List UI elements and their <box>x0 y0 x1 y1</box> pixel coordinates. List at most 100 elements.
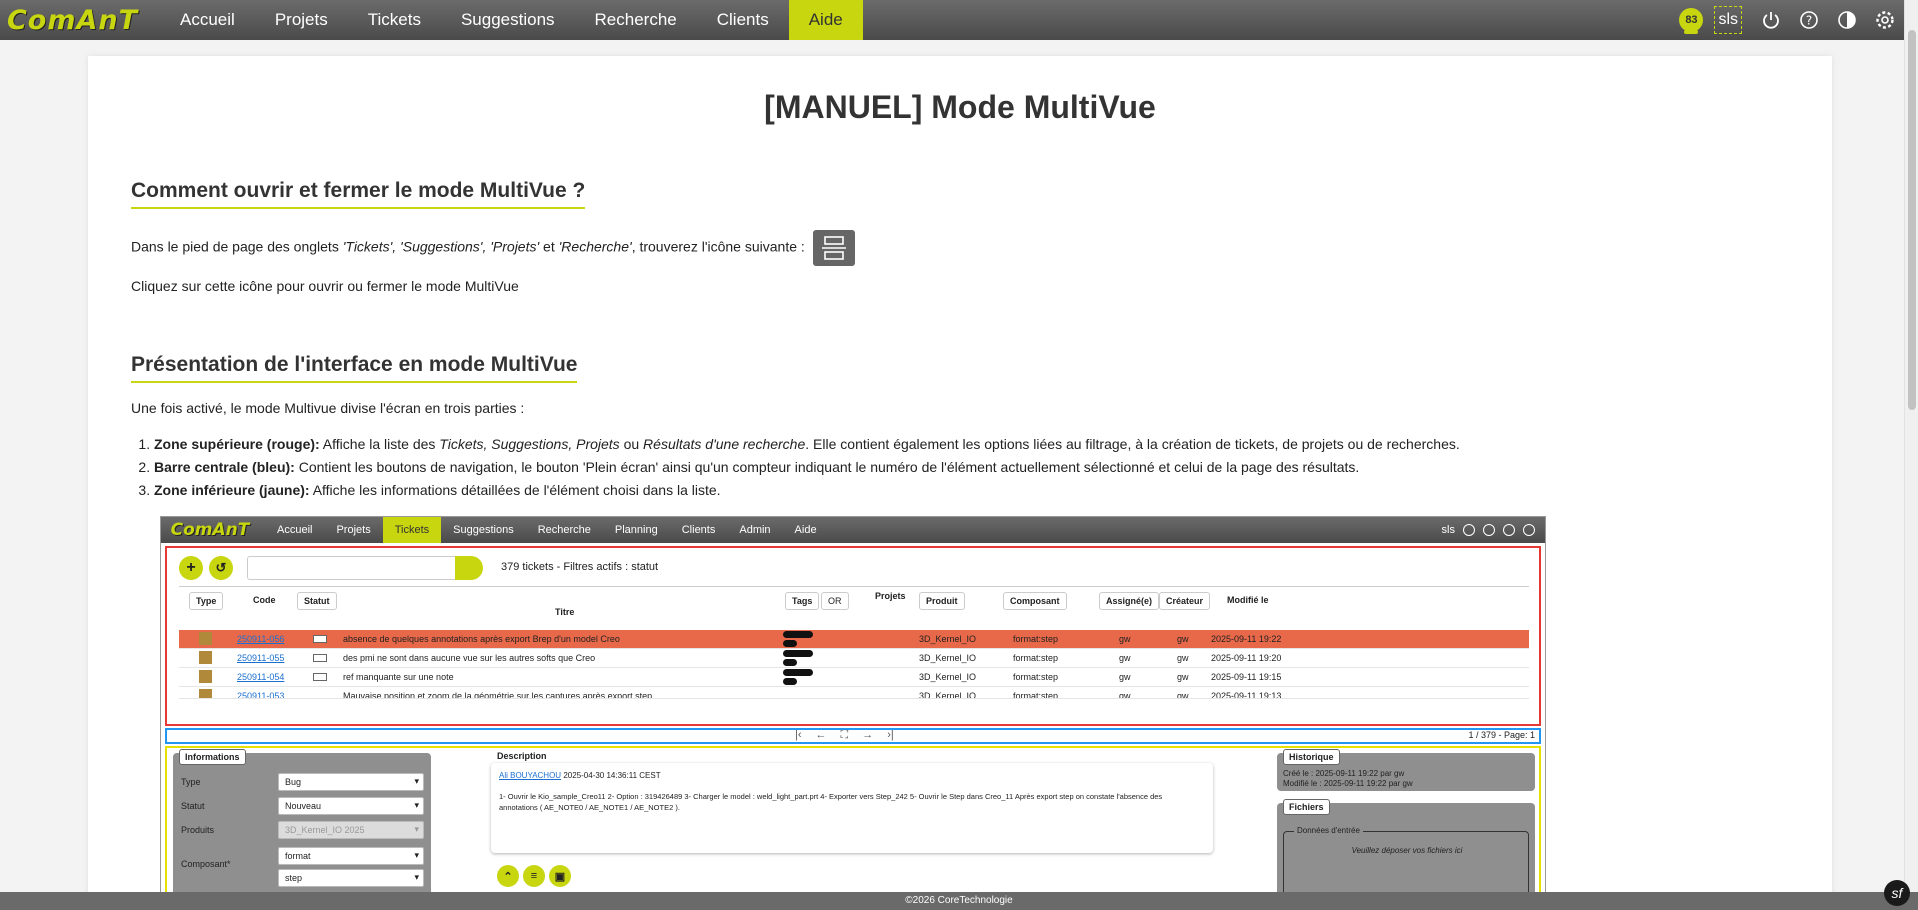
shot-cell-createur: gw <box>1177 691 1189 699</box>
multivue-toggle-icon <box>812 230 855 266</box>
shot-th-statut: Statut <box>297 592 337 610</box>
shot-type-thumb <box>199 632 212 645</box>
bell-base <box>1684 30 1699 34</box>
shot-cell-produit: 3D_Kernel_IO <box>919 691 977 699</box>
settings-gear-icon[interactable] <box>1870 5 1900 35</box>
shot-nav-accueil: Accueil <box>277 524 313 536</box>
list-item-strong: Zone inférieure (jaune): <box>154 482 310 498</box>
shot-nav-aide: Aide <box>794 524 817 536</box>
shot-user: sls <box>1441 524 1455 536</box>
symfony-toolbar-icon[interactable]: sf <box>1884 880 1910 906</box>
shot-nav-right: sls <box>1442 517 1535 543</box>
shot-type-label: Type <box>181 777 201 787</box>
s1-text-b: , trouverez l'icône suivante : <box>631 238 805 255</box>
shot-pager: |‹ ← ⛶ → ›| 1 / 379 - Page: 1 <box>165 728 1541 744</box>
nav-projets[interactable]: Projets <box>255 0 348 40</box>
shot-produits-select: 3D_Kernel_IO 2025 <box>278 821 424 839</box>
top-navbar: ComAnT Accueil Projets Tickets Suggestio… <box>0 0 1918 40</box>
nav-suggestions[interactable]: Suggestions <box>441 0 575 40</box>
list-item: Zone inférieure (jaune): Affiche les inf… <box>154 482 1460 498</box>
shot-desc-label: Description <box>497 751 547 761</box>
shot-pager-info: 1 / 379 - Page: 1 <box>1468 730 1535 740</box>
shot-cell-code: 250911-056 <box>237 634 285 644</box>
power-icon[interactable] <box>1756 5 1786 35</box>
nav-clients[interactable]: Clients <box>697 0 789 40</box>
shot-th-assigne: Assigné(e) <box>1099 592 1160 610</box>
shot-th-type: Type <box>189 592 224 610</box>
section-interface-title: Présentation de l'interface en mode Mult… <box>131 353 578 383</box>
app-logo[interactable]: ComAnT <box>0 0 145 40</box>
shot-th-modifie: Modifié le <box>1227 595 1269 605</box>
nav-accueil[interactable]: Accueil <box>160 0 255 40</box>
contrast-icon[interactable] <box>1832 5 1862 35</box>
shot-nav-planning: Planning <box>614 524 658 536</box>
shot-cell-titre: absence de quelques annotations après ex… <box>343 634 620 644</box>
list-item-text: . Elle contient également les options li… <box>805 436 1460 452</box>
nav-aide[interactable]: Aide <box>788 0 863 40</box>
shot-history-line2: Modifié le : 2025-09-11 19:22 par gw <box>1283 779 1413 788</box>
shot-th-tags: Tags <box>785 592 820 610</box>
shot-table-row: 250911-053 Mauvaise position et zoom de … <box>179 687 1529 699</box>
shot-composant-select-1: format <box>278 847 424 865</box>
shot-type-select: Bug <box>278 773 424 791</box>
shot-history-panel: Historique Créé le : 2025-09-11 19:22 pa… <box>1277 749 1535 791</box>
shot-nav-clients: Clients <box>681 524 716 536</box>
shot-type-thumb <box>199 670 212 683</box>
shot-composant-label: Composant* <box>181 859 231 869</box>
help-icon[interactable]: ? <box>1794 5 1824 35</box>
nav-tickets[interactable]: Tickets <box>348 0 441 40</box>
section1-paragraph: Dans le pied de page des onglets 'Ticket… <box>131 230 855 266</box>
shot-nav-suggestions: Suggestions <box>453 524 514 536</box>
shot-cell-composant: format:step <box>1013 672 1059 682</box>
shot-drop-text: Veuillez déposer vos fichiers ici <box>1351 846 1463 855</box>
list-item-em: Tickets, Suggestions, Projets <box>439 436 620 452</box>
shot-th-produit: Produit <box>919 592 965 610</box>
shot-tag-pill <box>783 669 813 676</box>
scrollbar-thumb[interactable] <box>1908 30 1916 410</box>
red-zone-list: + ↺ 379 tickets - Filtres actifs : statu… <box>165 546 1541 726</box>
page-scrollbar[interactable] <box>1904 0 1918 892</box>
shot-produits-label: Produits <box>181 825 215 835</box>
zones-list: Zone supérieure (rouge): Affiche la list… <box>154 436 1460 505</box>
shot-add-icon: + <box>179 556 203 580</box>
list-item: Zone supérieure (rouge): Affiche la list… <box>154 436 1460 452</box>
s1-text-a: Dans le pied de page des onglets <box>131 238 343 255</box>
shot-first-icon: |‹ <box>795 729 802 741</box>
shot-table-row: 250911-055 des pmi ne sont dans aucune v… <box>179 649 1529 668</box>
notifications-bell-icon[interactable]: 83 <box>1676 5 1706 35</box>
user-menu[interactable]: sls <box>1714 6 1742 34</box>
shot-help-icon <box>1483 524 1495 536</box>
shot-th-createur: Créateur <box>1159 592 1211 610</box>
shot-cell-composant: format:step <box>1013 691 1059 699</box>
shot-desc-content: Ali BOUYACHOU 2025-04-30 14:36:11 CEST 1… <box>491 763 1213 853</box>
shot-th-titre: Titre <box>555 607 575 617</box>
shot-search-icon <box>455 556 483 580</box>
shot-new-badge <box>313 673 327 681</box>
nav-recherche[interactable]: Recherche <box>575 0 697 40</box>
shot-cell-date: 2025-09-11 19:15 <box>1211 672 1282 682</box>
shot-contrast-icon <box>1503 524 1515 536</box>
shot-cell-assigne: gw <box>1119 634 1131 644</box>
shot-nav-recherche: Recherche <box>537 524 591 536</box>
shot-cell-createur: gw <box>1177 634 1189 644</box>
shot-table-header: Type Code Statut Titre Tags OR Projets P… <box>179 586 1529 630</box>
section1-paragraph-2: Cliquez sur cette icône pour ouvrir ou f… <box>131 278 519 294</box>
shot-cell-assigne: gw <box>1119 691 1131 699</box>
shot-fullscreen-icon: ⛶ <box>840 729 849 741</box>
section2-intro: Une fois activé, le mode Multivue divise… <box>131 400 525 416</box>
list-item-strong: Barre centrale (bleu): <box>154 459 295 475</box>
shot-cell-titre: des pmi ne sont dans aucune vue sur les … <box>343 653 596 663</box>
shot-cell-createur: gw <box>1177 653 1189 663</box>
shot-th-code: Code <box>253 595 276 605</box>
shot-cell-code: 250911-053 <box>237 691 285 699</box>
list-item-text: Affiche les informations détaillées de l… <box>309 482 721 498</box>
shot-inputs-label: Données d'entrée <box>1294 826 1363 835</box>
shot-statut-select: Nouveau <box>278 797 424 815</box>
shot-nav-projets: Projets <box>336 524 371 536</box>
shot-cell-produit: 3D_Kernel_IO <box>919 653 977 663</box>
s1-tabs-text: 'Tickets', 'Suggestions', 'Projets' <box>342 238 540 255</box>
shot-desc-author: Ali BOUYACHOU <box>499 771 562 780</box>
shot-power-icon <box>1463 524 1475 536</box>
shot-ticket-count: 379 tickets - Filtres actifs : statut <box>501 561 659 573</box>
shot-cell-titre: Mauvaise position et zoom de la géométri… <box>343 691 653 699</box>
